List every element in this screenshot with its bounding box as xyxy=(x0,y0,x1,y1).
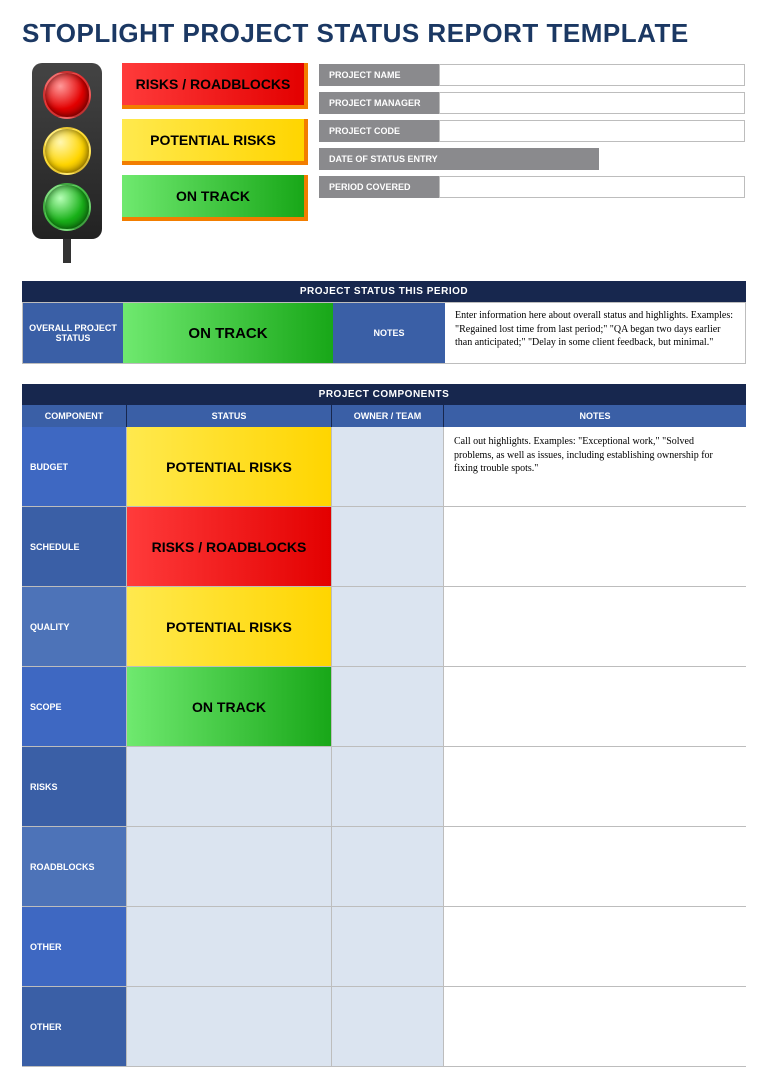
component-owner[interactable] xyxy=(332,827,444,906)
overall-status-label: OVERALL PROJECT STATUS xyxy=(23,303,123,363)
component-notes[interactable] xyxy=(444,667,746,746)
status-period-row: OVERALL PROJECT STATUS ON TRACK NOTES En… xyxy=(22,302,746,364)
overall-notes[interactable]: Enter information here about overall sta… xyxy=(445,303,745,363)
component-name: SCHEDULE xyxy=(22,507,127,586)
component-row: ROADBLOCKS xyxy=(22,827,746,907)
component-row: OTHER xyxy=(22,907,746,987)
status-period-banner: PROJECT STATUS THIS PERIOD xyxy=(22,281,746,302)
component-name: BUDGET xyxy=(22,427,127,506)
component-notes[interactable] xyxy=(444,907,746,986)
component-notes[interactable] xyxy=(444,987,746,1066)
info-label: PROJECT MANAGER xyxy=(319,92,439,114)
component-name: OTHER xyxy=(22,907,127,986)
component-name: ROADBLOCKS xyxy=(22,827,127,906)
component-owner[interactable] xyxy=(332,427,444,506)
components-banner: PROJECT COMPONENTS xyxy=(22,384,746,405)
info-value[interactable] xyxy=(439,64,745,86)
legend-green: ON TRACK xyxy=(122,175,308,221)
component-row: BUDGETPOTENTIAL RISKS Call out highlights… xyxy=(22,427,746,507)
component-status[interactable]: POTENTIAL RISKS xyxy=(127,587,332,666)
component-status[interactable] xyxy=(127,827,332,906)
component-row: QUALITYPOTENTIAL RISKS xyxy=(22,587,746,667)
component-owner[interactable] xyxy=(332,587,444,666)
info-label: PROJECT NAME xyxy=(319,64,439,86)
page-title: STOPLIGHT PROJECT STATUS REPORT TEMPLATE xyxy=(22,18,746,49)
components-body: BUDGETPOTENTIAL RISKSCall out highlights… xyxy=(22,427,746,1067)
info-value[interactable] xyxy=(439,92,745,114)
info-row: PROJECT MANAGER xyxy=(318,91,746,115)
project-info: PROJECT NAME PROJECT MANAGER PROJECT CODE D… xyxy=(318,63,746,199)
components-header: COMPONENT STATUS OWNER / TEAM NOTES xyxy=(22,405,746,427)
component-status[interactable]: ON TRACK xyxy=(127,667,332,746)
info-label: PROJECT CODE xyxy=(319,120,439,142)
notes-label: NOTES xyxy=(333,303,445,363)
info-label: PERIOD COVERED xyxy=(319,176,439,198)
overall-status-value: ON TRACK xyxy=(123,303,333,363)
component-notes[interactable] xyxy=(444,507,746,586)
component-status[interactable]: RISKS / ROADBLOCKS xyxy=(127,507,332,586)
info-label: DATE OF STATUS ENTRY xyxy=(319,148,599,170)
info-value[interactable] xyxy=(439,120,745,142)
component-status[interactable] xyxy=(127,747,332,826)
component-status[interactable] xyxy=(127,907,332,986)
header-status: STATUS xyxy=(127,405,332,427)
info-row: PROJECT CODE xyxy=(318,119,746,143)
component-status[interactable]: POTENTIAL RISKS xyxy=(127,427,332,506)
component-name: QUALITY xyxy=(22,587,127,666)
component-status[interactable] xyxy=(127,987,332,1066)
component-name: RISKS xyxy=(22,747,127,826)
stoplight-graphic xyxy=(22,63,112,263)
component-row: RISKS xyxy=(22,747,746,827)
stoplight-red-icon xyxy=(43,71,91,119)
header-component: COMPONENT xyxy=(22,405,127,427)
header-notes: NOTES xyxy=(444,405,746,427)
info-row: PERIOD COVERED xyxy=(318,175,746,199)
component-row: SCHEDULERISKS / ROADBLOCKS xyxy=(22,507,746,587)
component-owner[interactable] xyxy=(332,667,444,746)
info-row: DATE OF STATUS ENTRY xyxy=(318,147,746,171)
component-owner[interactable] xyxy=(332,907,444,986)
component-name: SCOPE xyxy=(22,667,127,746)
component-notes[interactable] xyxy=(444,827,746,906)
component-notes[interactable] xyxy=(444,747,746,826)
header-owner: OWNER / TEAM xyxy=(332,405,444,427)
component-row: OTHER xyxy=(22,987,746,1067)
info-row: PROJECT NAME xyxy=(318,63,746,87)
component-owner[interactable] xyxy=(332,747,444,826)
legend-yellow: POTENTIAL RISKS xyxy=(122,119,308,165)
component-owner[interactable] xyxy=(332,987,444,1066)
top-section: RISKS / ROADBLOCKS POTENTIAL RISKS ON TR… xyxy=(22,63,746,263)
info-value[interactable] xyxy=(439,176,745,198)
stoplight-yellow-icon xyxy=(43,127,91,175)
component-name: OTHER xyxy=(22,987,127,1066)
legend: RISKS / ROADBLOCKS POTENTIAL RISKS ON TR… xyxy=(122,63,308,221)
component-row: SCOPEON TRACK xyxy=(22,667,746,747)
legend-red: RISKS / ROADBLOCKS xyxy=(122,63,308,109)
component-notes[interactable] xyxy=(444,587,746,666)
component-notes[interactable]: Call out highlights. Examples: "Exceptio… xyxy=(444,427,746,506)
stoplight-green-icon xyxy=(43,183,91,231)
component-owner[interactable] xyxy=(332,507,444,586)
